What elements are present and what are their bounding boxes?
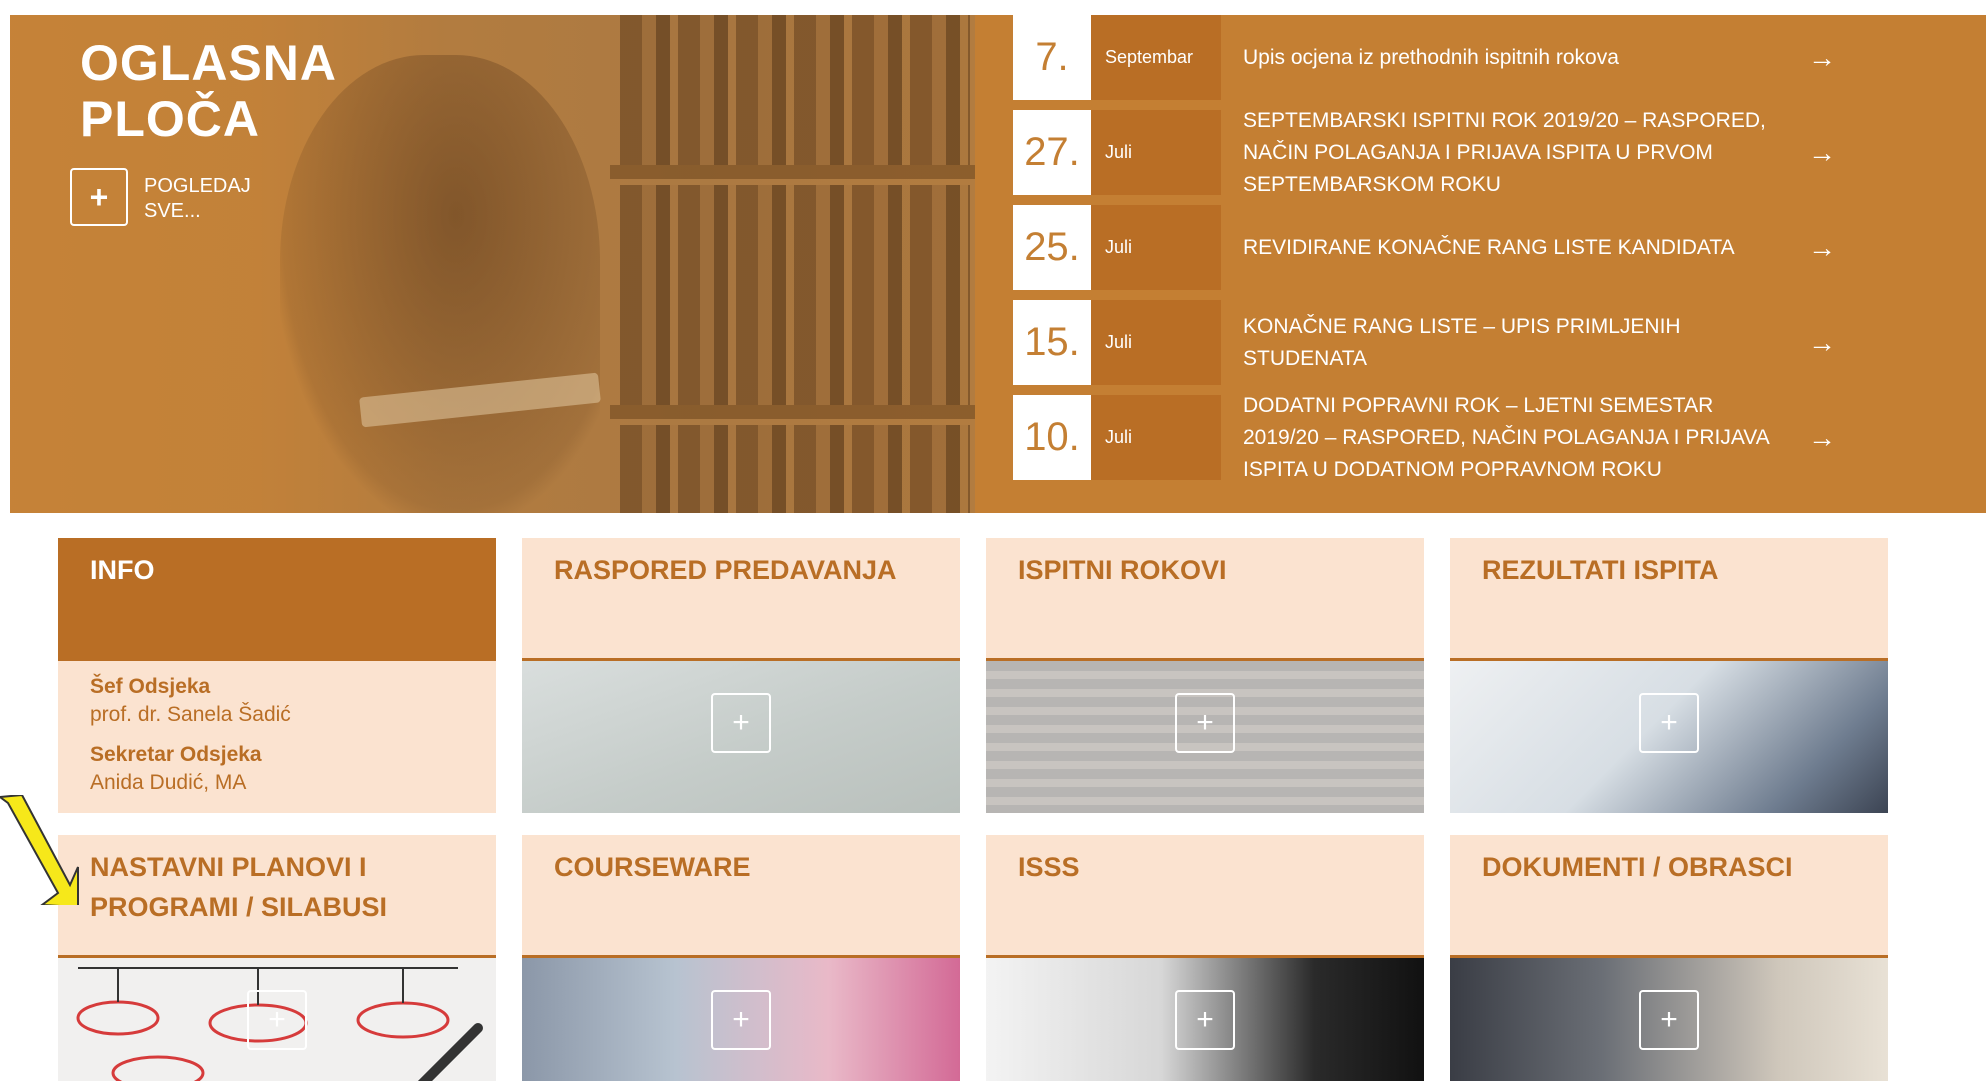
annotation-arrow-icon <box>0 795 79 905</box>
tile-title[interactable]: NASTAVNI PLANOVI I PROGRAMI / SILABUSI <box>90 847 464 927</box>
news-month: Juli <box>1091 300 1221 385</box>
tile-raspored-predavanja[interactable]: RASPORED PREDAVANJA + <box>522 538 960 813</box>
news-day: 15. <box>1013 300 1091 385</box>
tile-header: INFO <box>58 538 496 658</box>
tile-title[interactable]: RASPORED PREDAVANJA <box>554 550 928 590</box>
tile-title[interactable]: REZULTATI ISPITA <box>1482 550 1856 590</box>
tile-title[interactable]: ISSS <box>1018 847 1392 887</box>
bookshelf-books <box>620 425 970 513</box>
secretary-name: Anida Dudić, MA <box>90 771 247 794</box>
plus-icon[interactable]: + <box>711 693 771 753</box>
tile-header: RASPORED PREDAVANJA <box>522 538 960 658</box>
plus-icon[interactable]: + <box>711 990 771 1050</box>
news-day: 10. <box>1013 395 1091 480</box>
tile-dokumenti-obrasci[interactable]: DOKUMENTI / OBRASCI + <box>1450 835 1888 1081</box>
secretary-label: Sekretar Odsjeka <box>90 743 262 766</box>
tile-rezultati-ispita[interactable]: REZULTATI ISPITA + <box>1450 538 1888 813</box>
tile-header: ISPITNI ROKOVI <box>986 538 1424 658</box>
plus-icon[interactable]: + <box>1639 990 1699 1050</box>
bookshelf-books <box>620 15 970 165</box>
bookshelf-books <box>620 185 970 405</box>
plus-icon[interactable]: + <box>247 990 307 1050</box>
news-title[interactable]: KONAČNE RANG LISTE – UPIS PRIMLJENIH STU… <box>1243 300 1783 385</box>
news-title[interactable]: REVIDIRANE KONAČNE RANG LISTE KANDIDATA <box>1243 205 1783 290</box>
news-title[interactable]: Upis ocjena iz prethodnih ispitnih rokov… <box>1243 15 1783 100</box>
news-item[interactable]: 27. Juli SEPTEMBARSKI ISPITNI ROK 2019/2… <box>1013 109 1843 196</box>
news-month: Juli <box>1091 395 1221 480</box>
tile-nastavni-planovi[interactable]: NASTAVNI PLANOVI I PROGRAMI / SILABUSI + <box>58 835 496 1081</box>
view-all-link[interactable]: + POGLEDAJ SVE... <box>70 168 264 226</box>
bookshelf-shelf <box>610 165 975 179</box>
news-item[interactable]: 7. Septembar Upis ocjena iz prethodnih i… <box>1013 15 1843 100</box>
news-item[interactable]: 25. Juli REVIDIRANE KONAČNE RANG LISTE K… <box>1013 205 1843 290</box>
head-of-department-name: prof. dr. Sanela Šadić <box>90 703 291 726</box>
news-item[interactable]: 15. Juli KONAČNE RANG LISTE – UPIS PRIML… <box>1013 300 1843 385</box>
arrow-right-icon[interactable]: → <box>1808 205 1836 290</box>
tile-isss[interactable]: ISSS + <box>986 835 1424 1081</box>
news-title[interactable]: DODATNI POPRAVNI ROK – LJETNI SEMESTAR 2… <box>1243 394 1783 481</box>
view-all-label[interactable]: POGLEDAJ SVE... <box>144 168 264 224</box>
tile-title[interactable]: DOKUMENTI / OBRASCI <box>1482 847 1856 887</box>
tile-title[interactable]: ISPITNI ROKOVI <box>1018 550 1392 590</box>
plus-icon[interactable]: + <box>1175 693 1235 753</box>
arrow-right-icon[interactable]: → <box>1808 395 1836 480</box>
tile-ispitni-rokovi[interactable]: ISPITNI ROKOVI + <box>986 538 1424 813</box>
tile-header: REZULTATI ISPITA <box>1450 538 1888 658</box>
board-title: OGLASNA PLOČA <box>80 35 337 147</box>
tile-header: DOKUMENTI / OBRASCI <box>1450 835 1888 955</box>
news-month: Juli <box>1091 205 1221 290</box>
tile-courseware[interactable]: COURSEWARE + <box>522 835 960 1081</box>
head-of-department-label: Šef Odsjeka <box>90 675 211 698</box>
arrow-right-icon[interactable]: → <box>1808 300 1836 385</box>
news-day: 7. <box>1013 15 1091 100</box>
plus-icon[interactable]: + <box>1175 990 1235 1050</box>
news-month: Septembar <box>1091 15 1221 100</box>
news-day: 25. <box>1013 205 1091 290</box>
plus-icon[interactable]: + <box>1639 693 1699 753</box>
tile-header: COURSEWARE <box>522 835 960 955</box>
tile-header: NASTAVNI PLANOVI I PROGRAMI / SILABUSI <box>58 835 496 955</box>
tile-info[interactable]: INFO Šef Odsjeka prof. dr. Sanela Šadić … <box>58 538 496 813</box>
bookshelf-shelf <box>610 405 975 419</box>
news-month: Juli <box>1091 110 1221 195</box>
news-title[interactable]: SEPTEMBARSKI ISPITNI ROK 2019/20 – RASPO… <box>1243 109 1783 196</box>
tile-title[interactable]: COURSEWARE <box>554 847 928 887</box>
news-item[interactable]: 10. Juli DODATNI POPRAVNI ROK – LJETNI S… <box>1013 394 1843 481</box>
tile-title[interactable]: INFO <box>90 550 464 590</box>
tile-header: ISSS <box>986 835 1424 955</box>
arrow-right-icon[interactable]: → <box>1808 15 1836 100</box>
arrow-right-icon[interactable]: → <box>1808 110 1836 195</box>
news-day: 27. <box>1013 110 1091 195</box>
info-contacts: Šef Odsjeka prof. dr. Sanela Šadić Sekre… <box>58 661 496 813</box>
plus-icon[interactable]: + <box>70 168 128 226</box>
